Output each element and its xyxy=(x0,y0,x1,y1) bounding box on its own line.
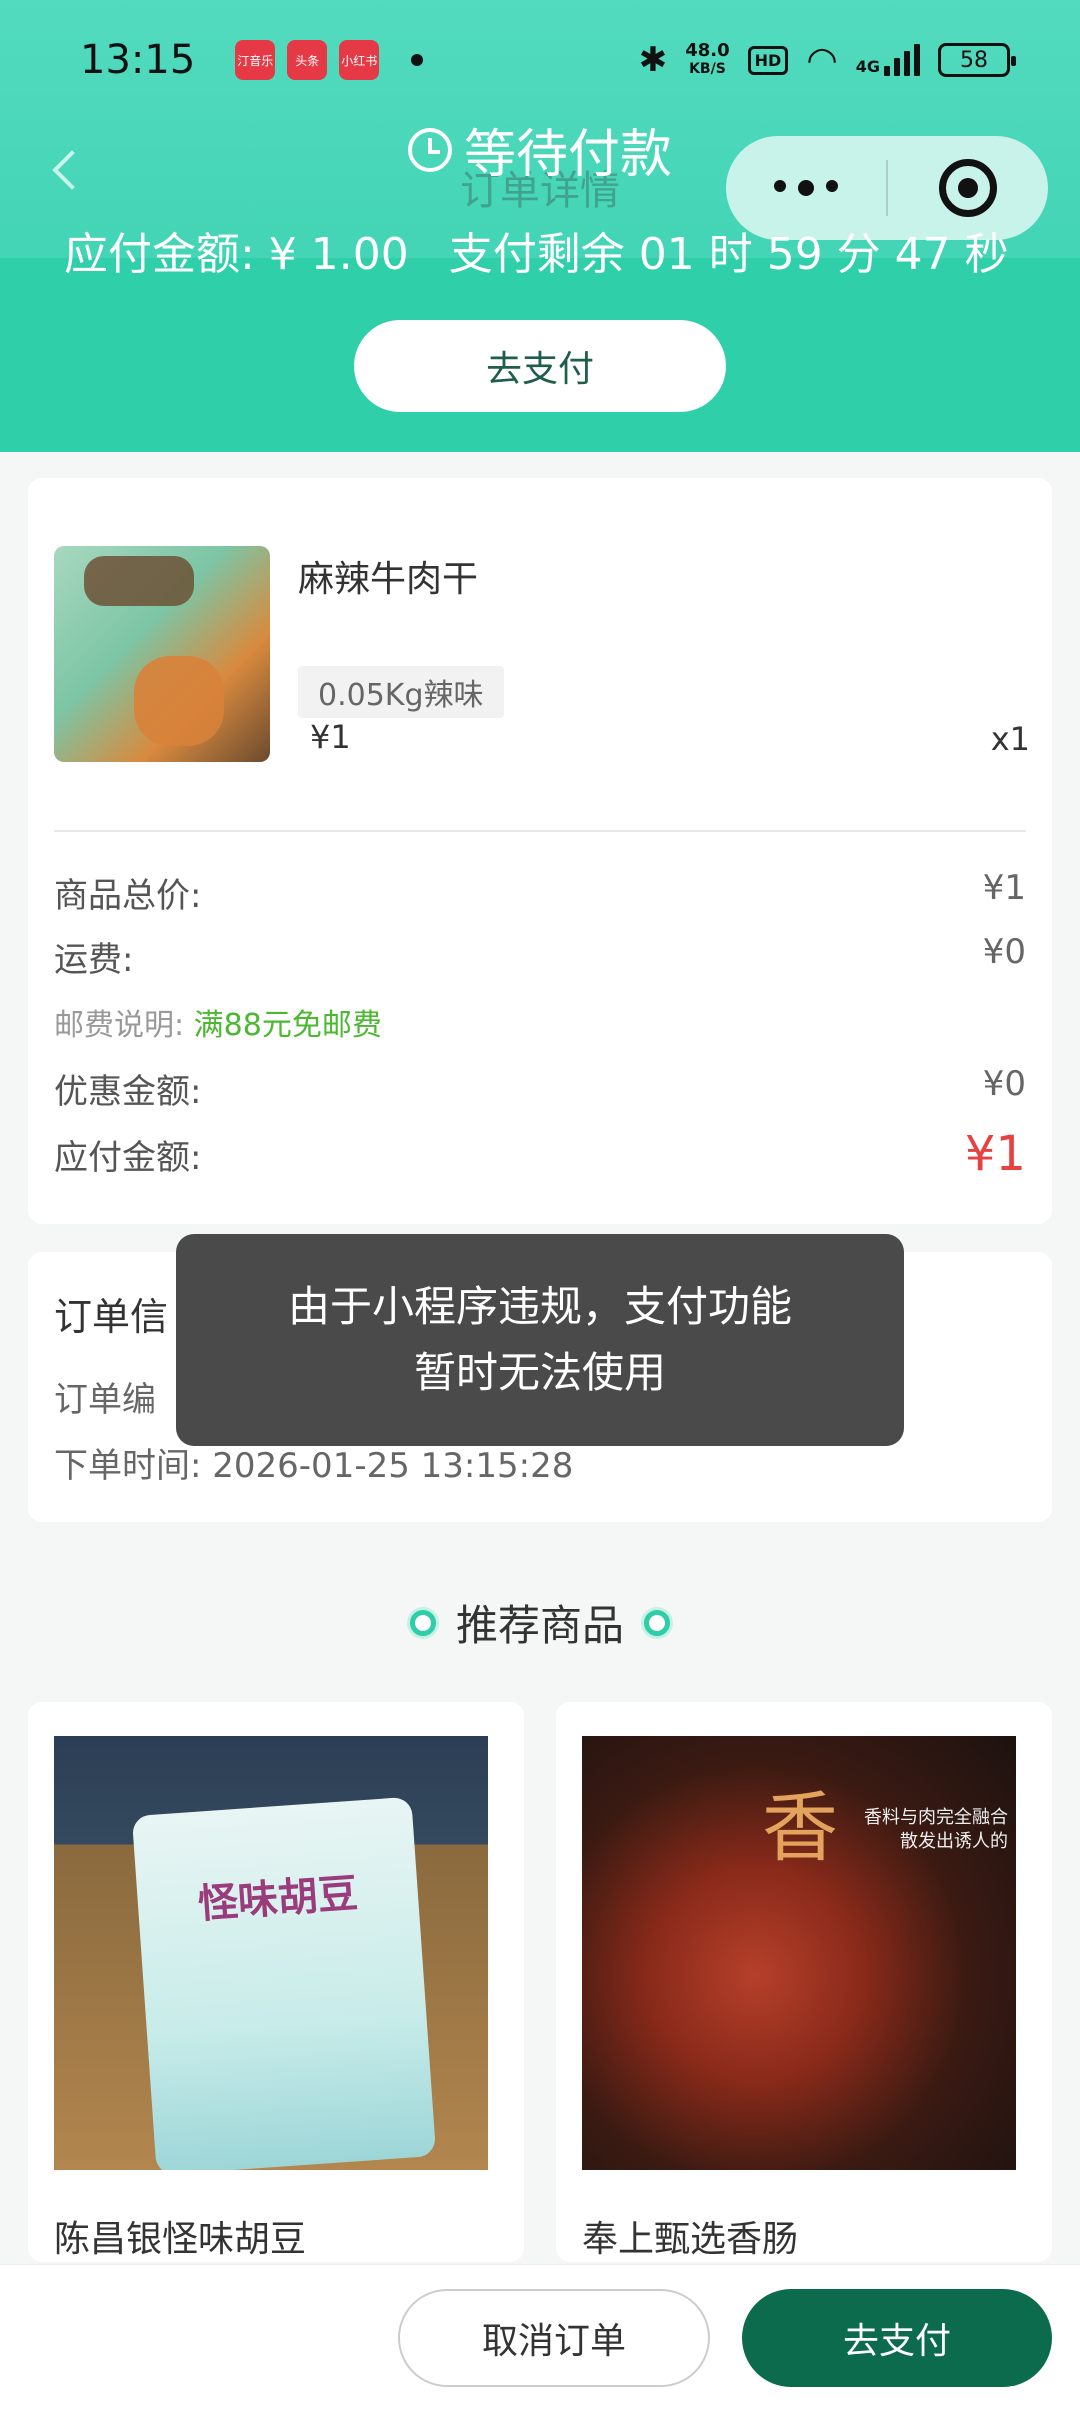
status-bar: 13:15 汀音乐 头条 小红书 ✱ 48.0 KB/S HD ◠ 4G 58 xyxy=(0,0,1080,120)
discount-value: ¥0 xyxy=(982,1064,1026,1104)
recommend-item-image: 香 香料与肉完全融合 散发出诱人的 xyxy=(582,1736,1016,2170)
error-toast: 由于小程序违规，支付功能 暂时无法使用 xyxy=(176,1234,904,1446)
due-value: ¥1 xyxy=(964,1126,1026,1182)
postage-note-value: 满88元免邮费 xyxy=(193,1008,382,1043)
recommend-item-name: 陈昌银怪味胡豆 xyxy=(54,2219,307,2260)
postage-note-label: 邮费说明: xyxy=(54,1008,185,1043)
clock-icon xyxy=(407,127,452,172)
more-notifications-icon xyxy=(411,54,424,66)
recommend-item-image: 怪味胡豆 xyxy=(54,1736,488,2170)
pay-button[interactable]: 去支付 xyxy=(742,2289,1052,2387)
image-caption: 香料与肉完全融合 散发出诱人的 xyxy=(864,1807,1008,1852)
dot-icon xyxy=(644,1609,670,1636)
recommend-title: 推荐商品 xyxy=(455,1601,624,1650)
recommend-heading: 推荐商品 xyxy=(0,1592,1080,1653)
net-speed-value: 48.0 xyxy=(685,40,730,61)
notification-icons: 汀音乐 头条 小红书 xyxy=(235,40,424,80)
goods-total-value: ¥1 xyxy=(982,868,1026,908)
wifi-icon: ◠ xyxy=(806,39,838,81)
cancel-order-button[interactable]: 取消订单 xyxy=(398,2289,710,2387)
toast-line-2: 暂时无法使用 xyxy=(413,1348,666,1397)
status-time: 13:15 xyxy=(80,37,196,83)
order-status-text: 等待付款 xyxy=(463,125,672,185)
battery-icon: 58 xyxy=(938,43,1016,77)
shipping-row: 运费: ¥0 xyxy=(54,932,1026,981)
xiaohongshu-app-icon: 小红书 xyxy=(339,40,380,80)
net-speed-unit: KB/S xyxy=(689,61,726,77)
countdown: 支付剩余 01 时 59 分 47 秒 xyxy=(448,229,1009,280)
target-icon xyxy=(939,159,997,217)
due-label: 应付金额: xyxy=(54,1137,202,1178)
bag-label: 怪味胡豆 xyxy=(196,1870,360,1928)
amount-due-line: 应付金额: ¥ 1.00 支付剩余 01 时 59 分 47 秒 xyxy=(64,218,1050,282)
order-header: 13:15 汀音乐 头条 小红书 ✱ 48.0 KB/S HD ◠ 4G 58 … xyxy=(0,0,1080,452)
bean-bag-graphic: 怪味胡豆 xyxy=(131,1796,437,2170)
status-right: ✱ 48.0 KB/S HD ◠ 4G 58 xyxy=(638,39,1016,81)
order-detail-page: 13:15 汀音乐 头条 小红书 ✱ 48.0 KB/S HD ◠ 4G 58 … xyxy=(0,0,1080,2412)
amount-due-label: 应付金额: ¥ 1.00 xyxy=(64,229,409,280)
shipping-value: ¥0 xyxy=(982,932,1026,972)
toutiao-app-icon: 头条 xyxy=(287,40,328,80)
hd-icon: HD xyxy=(747,45,789,75)
net-speed: 48.0 KB/S xyxy=(685,42,729,78)
dot-icon xyxy=(409,1609,436,1636)
product-quantity: x1 xyxy=(990,720,1030,758)
order-number-row: 订单编 xyxy=(54,1380,156,1420)
package-character: 香 xyxy=(762,1783,838,1872)
postage-note: 邮费说明: 满88元免邮费 xyxy=(54,1000,382,1044)
due-row: 应付金额: ¥1 xyxy=(54,1126,1026,1182)
product-name: 麻辣牛肉干 xyxy=(298,559,479,600)
recommend-item[interactable]: 怪味胡豆 陈昌银怪味胡豆 xyxy=(28,1702,524,2262)
discount-row: 优惠金额: ¥0 xyxy=(54,1064,1026,1113)
discount-label: 优惠金额: xyxy=(54,1072,202,1112)
cellular-signal-icon: 4G xyxy=(856,44,920,76)
network-type: 4G xyxy=(855,57,880,76)
bluetooth-icon: ✱ xyxy=(638,40,668,80)
signal-bars xyxy=(884,44,920,76)
toast-line-1: 由于小程序违规，支付功能 xyxy=(287,1282,792,1331)
shipping-label: 运费: xyxy=(54,940,134,980)
product-price: ¥1 xyxy=(310,718,351,756)
battery-level: 58 xyxy=(960,47,988,73)
divider xyxy=(54,830,1026,832)
close-miniprogram-button[interactable] xyxy=(888,159,1048,217)
product-image[interactable] xyxy=(54,546,270,762)
header-pay-button[interactable]: 去支付 xyxy=(354,320,726,412)
goods-total-label: 商品总价: xyxy=(54,876,202,916)
bottom-action-bar: 取消订单 去支付 xyxy=(0,2264,1080,2412)
recommend-item[interactable]: 香 香料与肉完全融合 散发出诱人的 奉上甄选香肠 xyxy=(556,1702,1052,2262)
product-spec: 0.05Kg辣味 xyxy=(298,666,504,718)
product-card: 麻辣牛肉干 0.05Kg辣味 ¥1 x1 商品总价: ¥1 运费: ¥0 邮费说… xyxy=(28,478,1052,1224)
order-info-title: 订单信 xyxy=(54,1295,169,1339)
recommend-item-name: 奉上甄选香肠 xyxy=(582,2219,799,2260)
goods-total-row: 商品总价: ¥1 xyxy=(54,868,1026,917)
music-app-icon: 汀音乐 xyxy=(235,40,276,80)
more-options-icon[interactable] xyxy=(726,180,886,196)
